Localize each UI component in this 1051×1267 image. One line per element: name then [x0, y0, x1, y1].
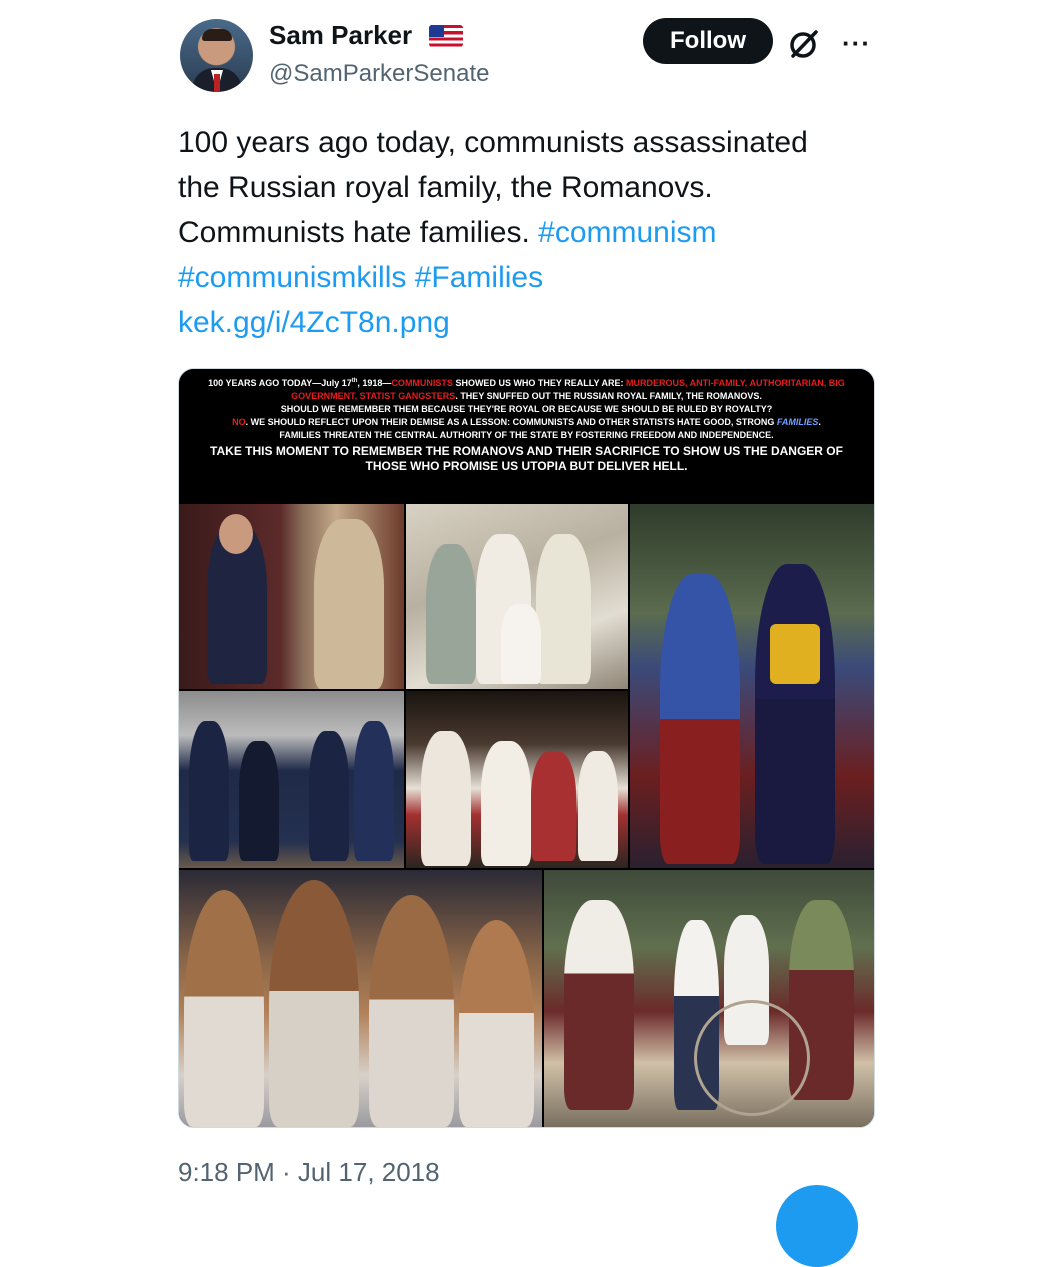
- tweet-timestamp[interactable]: 9:18 PM · Jul 17, 2018: [178, 1157, 440, 1188]
- tweet-link[interactable]: kek.gg/i/4ZcT8n.png: [178, 306, 450, 339]
- photo-tsar-and-tsarina: [179, 504, 404, 689]
- tweet-text-line1: 100 years ago today, communists assassin…: [178, 126, 808, 159]
- photo-children-with-pram: [544, 870, 874, 1127]
- more-options-button[interactable]: ···: [842, 28, 871, 59]
- compose-fab[interactable]: [776, 1185, 858, 1267]
- photo-daughters-profile: [179, 870, 542, 1127]
- banner-line3: NO. WE SHOULD REFLECT UPON THEIR DEMISE …: [232, 417, 821, 427]
- banner-line4: FAMILIES THREATEN THE CENTRAL AUTHORITY …: [279, 430, 774, 440]
- tweet-text-line2: the Russian royal family, the Romanovs.: [178, 171, 713, 204]
- hashtag-families[interactable]: #Families: [415, 261, 543, 294]
- us-flag-icon: [429, 25, 463, 47]
- tweet-text: 100 years ago today, communists assassin…: [178, 120, 898, 345]
- banner-line5: TAKE THIS MOMENT TO REMEMBER THE ROMANOV…: [210, 444, 843, 473]
- tweet-media-image[interactable]: 100 YEARS AGO TODAY—July 17th, 1918—COMM…: [178, 368, 875, 1128]
- photo-daughters-in-uniform: [630, 504, 874, 868]
- author-name[interactable]: Sam Parker: [269, 20, 412, 51]
- photo-children-group: [406, 504, 628, 689]
- photo-family-sailor-suits: [179, 691, 404, 868]
- follow-button[interactable]: Follow: [643, 18, 773, 64]
- tweet-text-line3: Communists hate families.: [178, 216, 530, 249]
- media-banner-text: 100 YEARS AGO TODAY—July 17th, 1918—COMM…: [179, 369, 874, 504]
- author-handle[interactable]: @SamParkerSenate: [269, 60, 489, 88]
- hashtag-communism[interactable]: #communism: [538, 216, 716, 249]
- avatar-hair: [202, 29, 232, 41]
- grok-icon[interactable]: [787, 27, 821, 61]
- banner-line2: SHOULD WE REMEMBER THEM BECAUSE THEY'RE …: [280, 404, 773, 414]
- banner-line1: 100 YEARS AGO TODAY—July 17th, 1918—COMM…: [208, 378, 845, 401]
- hashtag-communismkills[interactable]: #communismkills: [178, 261, 406, 294]
- avatar[interactable]: [180, 19, 253, 92]
- avatar-tie: [214, 74, 220, 92]
- photo-family-portrait: [406, 691, 628, 868]
